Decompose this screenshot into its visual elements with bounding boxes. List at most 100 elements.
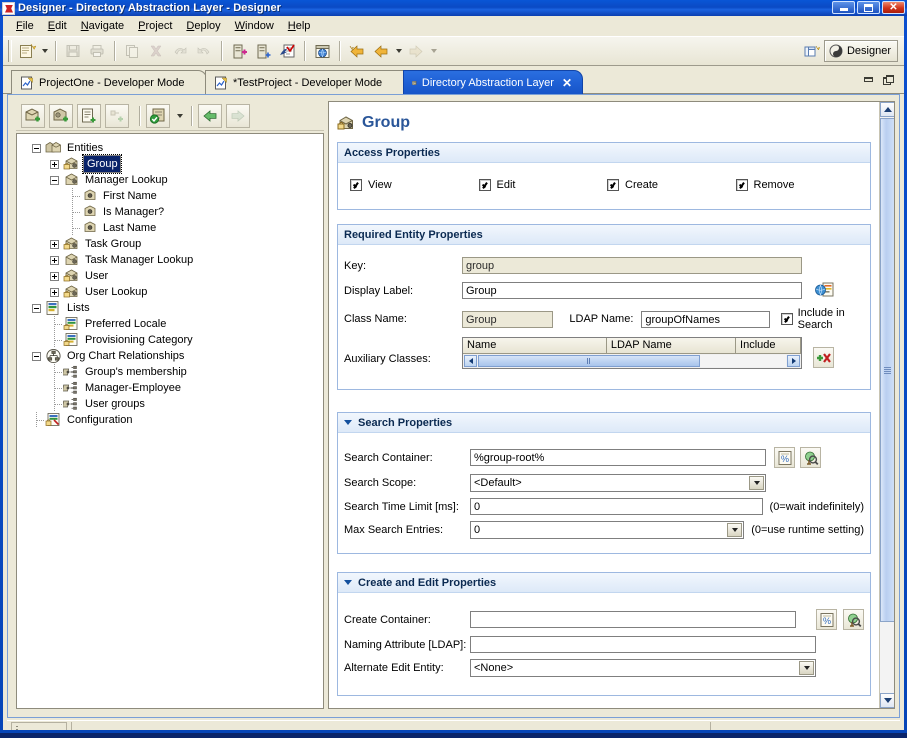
scroll-left-icon[interactable] [464,355,477,367]
editor-tab-close-icon[interactable]: ✕ [562,76,572,90]
tree-item-user-groups[interactable]: User groups [21,396,323,412]
editor-minimize-icon[interactable] [864,77,873,82]
tree-expander-icon[interactable] [29,300,45,316]
validate-button[interactable] [146,104,170,128]
menu-project[interactable]: Project [131,18,179,35]
collapse-triangle-icon[interactable] [344,580,352,585]
scroll-track[interactable] [478,355,786,367]
tree-item-configuration[interactable]: Configuration [21,412,323,428]
menu-window[interactable]: Window [228,18,281,35]
tree-item-user-lookup[interactable]: User Lookup [21,284,323,300]
tree-item-task-group[interactable]: Task Group [21,236,323,252]
scroll-thumb[interactable] [880,118,895,622]
maximize-button[interactable] [857,1,880,14]
variable-icon[interactable]: % [816,609,837,630]
dal-tree[interactable]: EntitiesGroupManager LookupFirst NameIs … [16,133,324,709]
alternate-edit-entity-select[interactable]: <None> [470,659,816,677]
perspective-designer-button[interactable]: Designer [824,40,898,62]
menu-navigate[interactable]: Navigate [74,18,131,35]
tree-item-preferred-locale[interactable]: Preferred Locale [21,316,323,332]
section-header[interactable]: Search Properties [338,413,870,433]
editor-tab-testproject[interactable]: *TestProject - Developer Mode [205,70,413,94]
tree-expander-icon[interactable] [29,140,45,156]
tree-item-manager-lookup[interactable]: Manager Lookup [21,172,323,188]
minimize-button[interactable] [832,1,855,14]
checkbox-create[interactable]: Create [607,179,736,191]
create-container-input[interactable] [470,611,796,628]
tree-item-group-s-membership[interactable]: Group's membership [21,364,323,380]
tree-item-task-manager-lookup[interactable]: Task Manager Lookup [21,252,323,268]
tree-item-last-name[interactable]: Last Name [21,220,323,236]
localize-icon[interactable] [814,280,835,301]
scroll-thumb[interactable] [478,355,700,367]
checkbox-edit[interactable]: Edit [479,179,608,191]
auxiliary-classes-horizontal-scrollbar[interactable] [463,354,801,368]
browse-ldap-icon[interactable] [800,447,821,468]
browser-icon[interactable] [311,40,333,62]
ldap-name-input[interactable]: groupOfNames [641,311,769,328]
tree-item-provisioning-category[interactable]: Provisioning Category [21,332,323,348]
new-icon[interactable] [16,40,38,62]
tree-item-entities[interactable]: Entities [21,140,323,156]
add-attribute-button[interactable] [77,104,101,128]
navigate-back-button[interactable] [198,104,222,128]
chevron-down-icon[interactable] [727,523,742,537]
chevron-down-icon[interactable] [749,476,764,490]
tree-expander-icon[interactable] [47,172,63,188]
max-search-entries-select[interactable]: 0 [470,521,744,539]
chevron-down-icon[interactable] [799,661,814,675]
back-star-icon[interactable] [346,40,368,62]
column-header-include[interactable]: Include [736,338,801,354]
export-icon[interactable] [252,40,274,62]
new-dropdown-arrow[interactable] [39,40,50,62]
naming-attribute-input[interactable] [470,636,816,653]
add-list-button[interactable] [49,104,73,128]
tree-expander-icon[interactable] [29,348,45,364]
back-dropdown-arrow[interactable] [393,40,404,62]
checkbox-remove-box[interactable] [736,179,748,191]
scroll-up-icon[interactable] [880,102,895,117]
column-header-name[interactable]: Name [463,338,607,354]
add-remove-icon[interactable] [813,347,834,368]
checkbox-view[interactable]: View [350,179,479,191]
checkbox-include-in-search-box[interactable] [781,313,793,325]
collapse-triangle-icon[interactable] [344,420,352,425]
properties-vertical-scrollbar[interactable] [879,102,894,708]
search-time-limit-input[interactable]: 0 [470,498,763,515]
checkbox-remove[interactable]: Remove [736,179,865,191]
checkbox-edit-box[interactable] [479,179,491,191]
section-header[interactable]: Create and Edit Properties [338,573,870,593]
tree-item-lists[interactable]: Lists [21,300,323,316]
search-scope-select[interactable]: <Default> [470,474,766,492]
tree-item-user[interactable]: User [21,268,323,284]
editor-tab-directory-abstraction-layer[interactable]: Directory Abstraction Layer ✕ [403,70,583,94]
tree-expander-icon[interactable] [47,284,63,300]
editor-tab-projectone[interactable]: ProjectOne - Developer Mode [11,70,207,94]
back-icon[interactable] [370,40,392,62]
validate-icon[interactable] [276,40,298,62]
editor-maximize-icon[interactable] [883,75,892,83]
tree-item-manager-employee[interactable]: Manager-Employee [21,380,323,396]
tree-item-group[interactable]: Group [21,156,323,172]
scroll-right-icon[interactable] [787,355,800,367]
import-icon[interactable] [228,40,250,62]
open-perspective-icon[interactable] [801,40,823,62]
close-button[interactable]: ✕ [882,1,905,14]
tree-expander-icon[interactable] [47,252,63,268]
variable-icon[interactable]: % [774,447,795,468]
browse-ldap-icon[interactable] [843,609,864,630]
checkbox-view-box[interactable] [350,179,362,191]
menu-file[interactable]: FFileile [9,18,41,35]
column-header-ldap-name[interactable]: LDAP Name [607,338,736,354]
toolbar-grip[interactable] [8,40,12,62]
tree-expander-icon[interactable] [47,156,63,172]
menu-edit[interactable]: Edit [41,18,74,35]
tree-item-first-name[interactable]: First Name [21,188,323,204]
tree-expander-icon[interactable] [47,236,63,252]
display-label-input[interactable]: Group [462,282,802,299]
validate-dropdown-arrow[interactable] [174,105,185,127]
tree-item-is-manager[interactable]: Is Manager? [21,204,323,220]
status-bar-grip[interactable] [11,722,67,731]
add-entity-button[interactable] [21,104,45,128]
tree-expander-icon[interactable] [47,268,63,284]
